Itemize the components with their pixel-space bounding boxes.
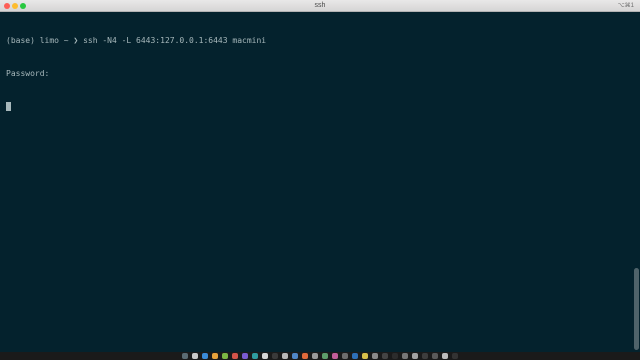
dock-app-icon[interactable] bbox=[422, 353, 428, 359]
scrollbar-thumb[interactable] bbox=[634, 268, 639, 350]
dock-app-icon[interactable] bbox=[242, 353, 248, 359]
dock-app-icon[interactable] bbox=[222, 353, 228, 359]
dock-app-icon[interactable] bbox=[362, 353, 368, 359]
dock-app-icon[interactable] bbox=[302, 353, 308, 359]
dock-app-icon[interactable] bbox=[192, 353, 198, 359]
dock-app-icon[interactable] bbox=[212, 353, 218, 359]
window-title: ssh bbox=[314, 2, 326, 9]
dock-app-icon[interactable] bbox=[262, 353, 268, 359]
window-shortcut: ⌥⌘1 bbox=[617, 3, 634, 9]
dock-app-icon[interactable] bbox=[312, 353, 318, 359]
dock-app-icon[interactable] bbox=[372, 353, 378, 359]
dock-app-icon[interactable] bbox=[442, 353, 448, 359]
dock-app-icon[interactable] bbox=[452, 353, 458, 359]
dock-app-icon[interactable] bbox=[342, 353, 348, 359]
dock-app-icon[interactable] bbox=[382, 353, 388, 359]
terminal-line-password-prompt: Password: bbox=[6, 69, 50, 78]
dock-app-icon[interactable] bbox=[232, 353, 238, 359]
text-cursor bbox=[6, 102, 11, 111]
terminal-cursor-line bbox=[6, 101, 626, 112]
dock-app-icon[interactable] bbox=[332, 353, 338, 359]
dock-app-icon[interactable] bbox=[392, 353, 398, 359]
dock-app-icon[interactable] bbox=[412, 353, 418, 359]
dock-app-icon[interactable] bbox=[282, 353, 288, 359]
dock-app-icon[interactable] bbox=[252, 353, 258, 359]
dock-app-icon[interactable] bbox=[432, 353, 438, 359]
dock-app-icon[interactable] bbox=[292, 353, 298, 359]
terminal-window: ssh ⌥⌘1 (base) limo ~ ❯ ssh -N4 -L 6443:… bbox=[0, 0, 640, 352]
dock-app-icon[interactable] bbox=[182, 353, 188, 359]
title-bar[interactable]: ssh ⌥⌘1 bbox=[0, 0, 640, 12]
dock-app-icon[interactable] bbox=[202, 353, 208, 359]
dock-app-icon[interactable] bbox=[352, 353, 358, 359]
dock-app-icon[interactable] bbox=[322, 353, 328, 359]
dock bbox=[0, 352, 640, 360]
dock-app-icon[interactable] bbox=[402, 353, 408, 359]
terminal-line-command: (base) limo ~ ❯ ssh -N4 -L 6443:127.0.0.… bbox=[6, 36, 267, 45]
terminal-output[interactable]: (base) limo ~ ❯ ssh -N4 -L 6443:127.0.0.… bbox=[6, 13, 626, 134]
dock-app-icon[interactable] bbox=[272, 353, 278, 359]
